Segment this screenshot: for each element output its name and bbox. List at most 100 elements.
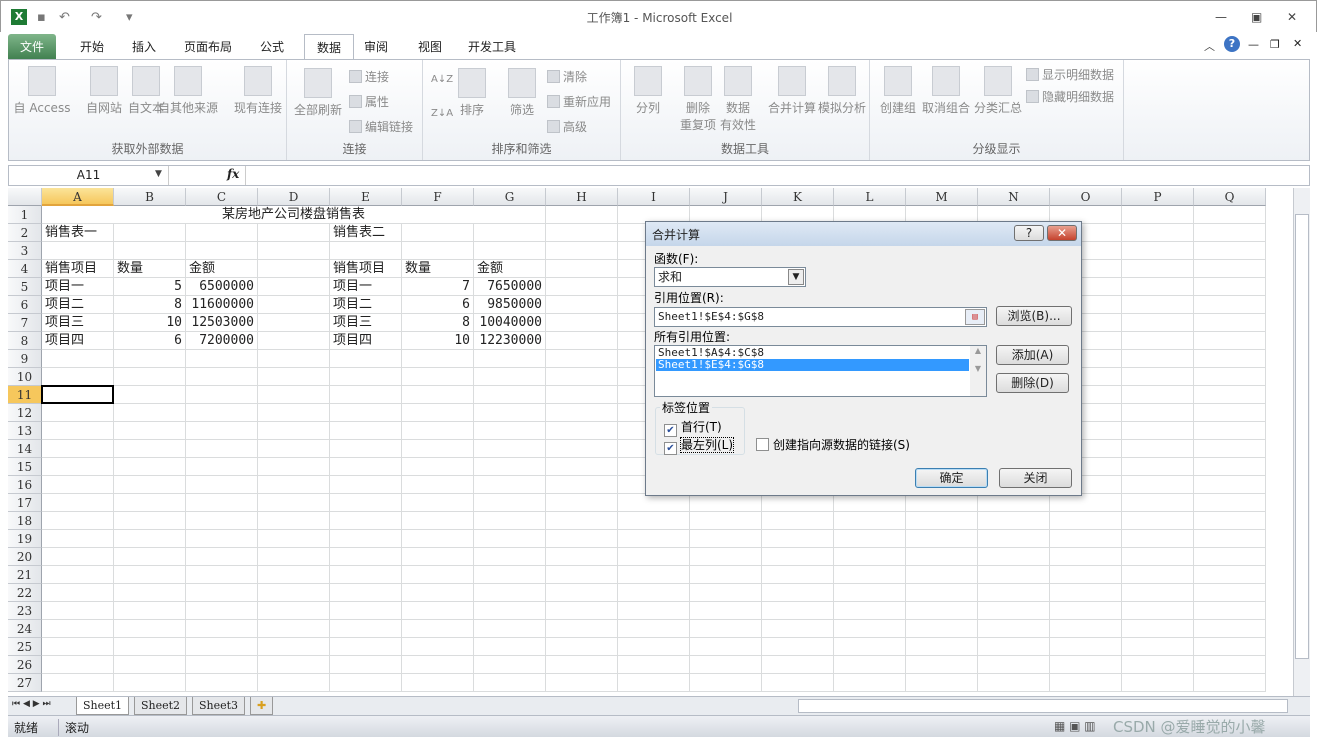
cell-M27[interactable] bbox=[906, 674, 978, 692]
cell-H19[interactable] bbox=[546, 530, 618, 548]
cell-G24[interactable] bbox=[474, 620, 546, 638]
cell-G23[interactable] bbox=[474, 602, 546, 620]
cell-K25[interactable] bbox=[762, 638, 834, 656]
from-other-sources-button[interactable]: 自其他来源 bbox=[157, 66, 219, 117]
tab-7[interactable]: 视图 bbox=[406, 34, 454, 60]
view-buttons[interactable]: ▦ ▣ ▥ bbox=[1054, 719, 1096, 733]
horizontal-scrollbar[interactable] bbox=[798, 699, 1288, 713]
cell-Q26[interactable] bbox=[1194, 656, 1266, 674]
cell-D26[interactable] bbox=[258, 656, 330, 674]
cell-G27[interactable] bbox=[474, 674, 546, 692]
column-header-H[interactable]: H bbox=[546, 188, 618, 206]
cell-Q12[interactable] bbox=[1194, 404, 1266, 422]
cell-C15[interactable] bbox=[186, 458, 258, 476]
column-header-E[interactable]: E bbox=[330, 188, 402, 206]
cell-H18[interactable] bbox=[546, 512, 618, 530]
cell-C5[interactable]: 6500000 bbox=[186, 278, 258, 296]
cell-F24[interactable] bbox=[402, 620, 474, 638]
cell-N25[interactable] bbox=[978, 638, 1050, 656]
sort-button[interactable]: 排序 bbox=[455, 68, 489, 119]
cell-G22[interactable] bbox=[474, 584, 546, 602]
cell-E10[interactable] bbox=[330, 368, 402, 386]
cell-F3[interactable] bbox=[402, 242, 474, 260]
cell-Q18[interactable] bbox=[1194, 512, 1266, 530]
reapply-button[interactable]: 重新应用 bbox=[547, 93, 611, 110]
cell-F23[interactable] bbox=[402, 602, 474, 620]
cell-B23[interactable] bbox=[114, 602, 186, 620]
cell-B8[interactable]: 6 bbox=[114, 332, 186, 350]
cell-Q15[interactable] bbox=[1194, 458, 1266, 476]
select-all-corner[interactable] bbox=[8, 188, 42, 206]
cell-A6[interactable]: 项目二 bbox=[42, 296, 114, 314]
cell-G10[interactable] bbox=[474, 368, 546, 386]
cell-I20[interactable] bbox=[618, 548, 690, 566]
cell-O19[interactable] bbox=[1050, 530, 1122, 548]
cell-B16[interactable] bbox=[114, 476, 186, 494]
cell-H21[interactable] bbox=[546, 566, 618, 584]
cell-C14[interactable] bbox=[186, 440, 258, 458]
cell-P4[interactable] bbox=[1122, 260, 1194, 278]
cell-G26[interactable] bbox=[474, 656, 546, 674]
sheet-nav-icons[interactable]: ⏮ ◀ ▶ ⏭ bbox=[12, 699, 51, 709]
cell-H27[interactable] bbox=[546, 674, 618, 692]
column-header-O[interactable]: O bbox=[1050, 188, 1122, 206]
cell-D17[interactable] bbox=[258, 494, 330, 512]
cell-H7[interactable] bbox=[546, 314, 618, 332]
cell-Q3[interactable] bbox=[1194, 242, 1266, 260]
cell-F26[interactable] bbox=[402, 656, 474, 674]
cell-F11[interactable] bbox=[402, 386, 474, 404]
cell-A17[interactable] bbox=[42, 494, 114, 512]
cell-H2[interactable] bbox=[546, 224, 618, 242]
cell-Q10[interactable] bbox=[1194, 368, 1266, 386]
cell-C13[interactable] bbox=[186, 422, 258, 440]
row-header-6[interactable]: 6 bbox=[8, 296, 42, 314]
cell-I24[interactable] bbox=[618, 620, 690, 638]
cell-Q4[interactable] bbox=[1194, 260, 1266, 278]
edit-links-button[interactable]: 编辑链接 bbox=[349, 118, 413, 135]
cell-H5[interactable] bbox=[546, 278, 618, 296]
cell-L23[interactable] bbox=[834, 602, 906, 620]
insert-function-icon[interactable]: fx bbox=[227, 167, 239, 181]
column-header-J[interactable]: J bbox=[690, 188, 762, 206]
cell-J19[interactable] bbox=[690, 530, 762, 548]
cell-C26[interactable] bbox=[186, 656, 258, 674]
cell-E20[interactable] bbox=[330, 548, 402, 566]
create-links-checkbox[interactable]: 创建指向源数据的链接(S) bbox=[756, 436, 910, 453]
cell-P16[interactable] bbox=[1122, 476, 1194, 494]
cell-P8[interactable] bbox=[1122, 332, 1194, 350]
cell-A20[interactable] bbox=[42, 548, 114, 566]
cell-L20[interactable] bbox=[834, 548, 906, 566]
cell-E8[interactable]: 项目四 bbox=[330, 332, 402, 350]
tab-6[interactable]: 审阅 bbox=[352, 34, 400, 60]
cell-B15[interactable] bbox=[114, 458, 186, 476]
cell-H23[interactable] bbox=[546, 602, 618, 620]
cell-L19[interactable] bbox=[834, 530, 906, 548]
cell-A19[interactable] bbox=[42, 530, 114, 548]
cell-B3[interactable] bbox=[114, 242, 186, 260]
cell-J22[interactable] bbox=[690, 584, 762, 602]
column-header-F[interactable]: F bbox=[402, 188, 474, 206]
column-header-D[interactable]: D bbox=[258, 188, 330, 206]
cell-C4[interactable]: 金额 bbox=[186, 260, 258, 278]
column-header-Q[interactable]: Q bbox=[1194, 188, 1266, 206]
cell-E24[interactable] bbox=[330, 620, 402, 638]
cell-I21[interactable] bbox=[618, 566, 690, 584]
cell-B14[interactable] bbox=[114, 440, 186, 458]
cell-E25[interactable] bbox=[330, 638, 402, 656]
row-header-20[interactable]: 20 bbox=[8, 548, 42, 566]
cell-O20[interactable] bbox=[1050, 548, 1122, 566]
cell-O25[interactable] bbox=[1050, 638, 1122, 656]
cell-G13[interactable] bbox=[474, 422, 546, 440]
row-header-2[interactable]: 2 bbox=[8, 224, 42, 242]
text-to-columns-button[interactable]: 分列 bbox=[623, 66, 673, 117]
cell-H9[interactable] bbox=[546, 350, 618, 368]
cell-D10[interactable] bbox=[258, 368, 330, 386]
cell-Q13[interactable] bbox=[1194, 422, 1266, 440]
cell-C17[interactable] bbox=[186, 494, 258, 512]
row-header-17[interactable]: 17 bbox=[8, 494, 42, 512]
subtotal-button[interactable]: 分类汇总 bbox=[972, 66, 1024, 117]
cell-I26[interactable] bbox=[618, 656, 690, 674]
cell-Q23[interactable] bbox=[1194, 602, 1266, 620]
cell-F16[interactable] bbox=[402, 476, 474, 494]
cell-A9[interactable] bbox=[42, 350, 114, 368]
